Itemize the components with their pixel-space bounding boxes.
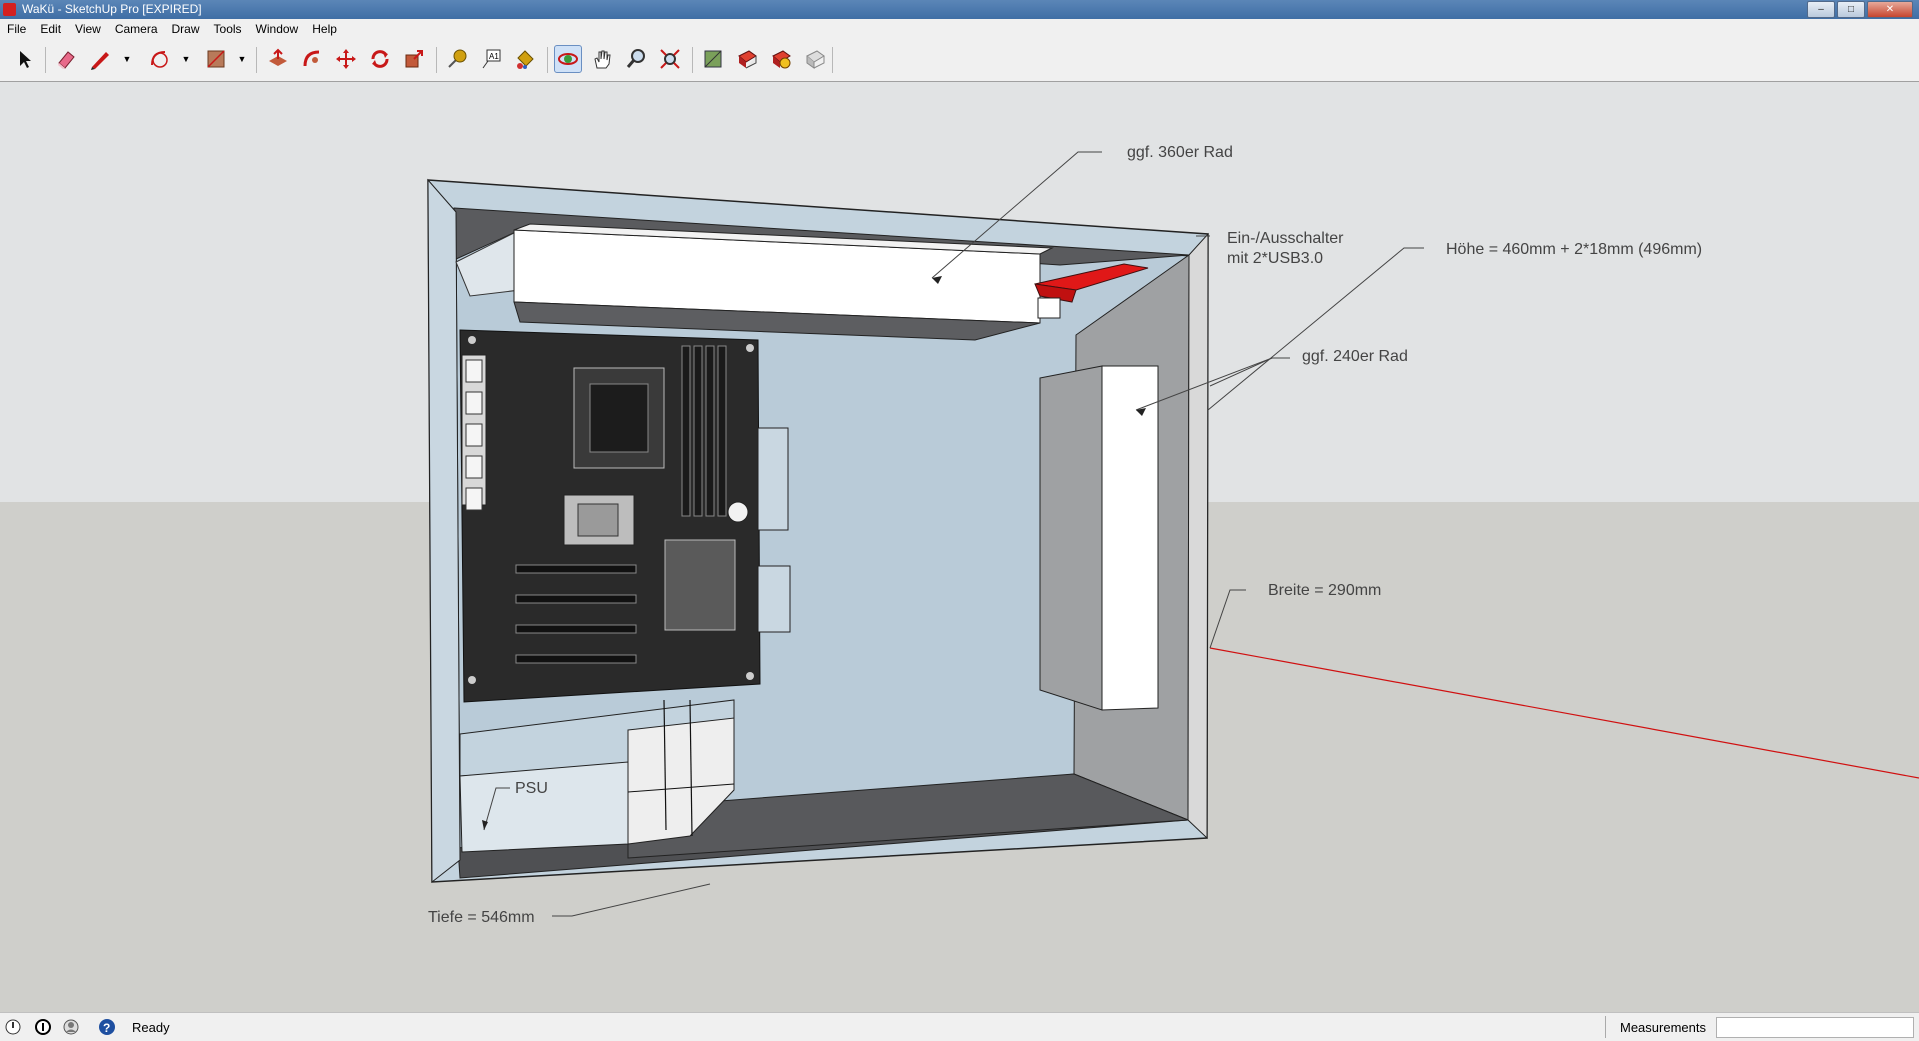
orbit-icon[interactable] xyxy=(554,45,582,73)
line-dropdown-chevron-icon[interactable]: ▼ xyxy=(122,45,132,73)
label-tiefe: Tiefe = 546mm xyxy=(428,909,535,926)
geo-location-icon[interactable] xyxy=(4,1018,22,1036)
southbridge-heatsink xyxy=(664,539,736,631)
psu-box xyxy=(459,761,629,853)
modeling-viewport[interactable]: ggf. 360er Rad Ein-/Ausschalter mit 2*US… xyxy=(0,82,1919,1012)
svg-text:A1: A1 xyxy=(489,52,499,61)
rotate-icon[interactable] xyxy=(366,45,394,73)
label-rad360: ggf. 360er Rad xyxy=(1127,144,1233,161)
menu-view[interactable]: View xyxy=(68,22,108,36)
pencil-line-icon[interactable] xyxy=(86,45,114,73)
credits-icon[interactable] xyxy=(34,1018,52,1036)
menu-camera[interactable]: Camera xyxy=(108,22,165,36)
menu-draw[interactable]: Draw xyxy=(165,22,207,36)
case-rear-edge xyxy=(427,178,461,884)
motherboard xyxy=(459,329,761,703)
radiator-240-side xyxy=(1039,365,1103,711)
eraser-icon[interactable] xyxy=(52,45,80,73)
measurements-label: Measurements xyxy=(1620,1020,1706,1035)
shape-dropdown-chevron-icon[interactable]: ▼ xyxy=(237,45,247,73)
cmos-battery xyxy=(727,501,749,523)
case-front-edge xyxy=(1187,232,1209,840)
status-bar: ? Ready Measurements xyxy=(0,1012,1919,1041)
tape-measure-icon[interactable] xyxy=(443,45,471,73)
rectangle-tool-icon[interactable] xyxy=(202,45,230,73)
menu-bar: File Edit View Camera Draw Tools Window … xyxy=(0,19,1919,39)
menu-window[interactable]: Window xyxy=(249,22,306,36)
select-tool-icon[interactable] xyxy=(11,45,39,73)
follow-me-icon[interactable] xyxy=(298,45,326,73)
title-bar: WaKü - SketchUp Pro [EXPIRED] – □ ✕ xyxy=(0,0,1919,19)
radiator-240-face xyxy=(1101,365,1159,711)
label-rad240: ggf. 240er Rad xyxy=(1302,348,1408,365)
drive-cage-upper xyxy=(757,427,789,531)
3d-warehouse-icon[interactable] xyxy=(699,45,727,73)
drive-cage-lower xyxy=(757,565,791,633)
pan-hand-icon[interactable] xyxy=(588,45,616,73)
text-label-icon[interactable]: A1 xyxy=(477,45,505,73)
scale-icon[interactable] xyxy=(400,45,428,73)
maximize-button[interactable]: □ xyxy=(1837,1,1865,18)
close-button[interactable]: ✕ xyxy=(1867,1,1913,18)
menu-tools[interactable]: Tools xyxy=(207,22,249,36)
push-pull-icon[interactable] xyxy=(264,45,292,73)
paint-bucket-icon[interactable] xyxy=(511,45,539,73)
label-hoehe: Höhe = 460mm + 2*18mm (496mm) xyxy=(1446,241,1702,258)
zoom-extents-icon[interactable] xyxy=(656,45,684,73)
pc-case-model[interactable] xyxy=(427,178,1209,884)
user-account-icon[interactable] xyxy=(62,1018,80,1036)
extension-warehouse-icon[interactable] xyxy=(801,45,829,73)
move-icon[interactable] xyxy=(332,45,360,73)
zoom-icon[interactable] xyxy=(622,45,650,73)
label-breite: Breite = 290mm xyxy=(1268,582,1381,599)
arc-dropdown-chevron-icon[interactable]: ▼ xyxy=(181,45,191,73)
status-message: Ready xyxy=(132,1020,170,1035)
minimize-button[interactable]: – xyxy=(1807,1,1835,18)
scene-canvas[interactable]: ggf. 360er Rad Ein-/Ausschalter mit 2*US… xyxy=(0,82,1919,1012)
help-question-icon[interactable]: ? xyxy=(98,1018,116,1036)
get-models-icon[interactable] xyxy=(767,45,795,73)
main-toolbar: ▼ ▼ ▼ A1 xyxy=(0,39,1919,82)
share-model-icon[interactable] xyxy=(733,45,761,73)
svg-text:?: ? xyxy=(103,1021,110,1035)
menu-edit[interactable]: Edit xyxy=(33,22,68,36)
label-switch-line1: Ein-/Ausschalter xyxy=(1227,230,1344,247)
arc-tool-icon[interactable] xyxy=(145,45,173,73)
window-title: WaKü - SketchUp Pro [EXPIRED] xyxy=(22,2,202,16)
menu-file[interactable]: File xyxy=(0,22,33,36)
label-switch-line2: mit 2*USB3.0 xyxy=(1227,250,1323,267)
sketchup-app-icon xyxy=(3,3,16,16)
label-psu: PSU xyxy=(515,780,548,797)
measurements-input[interactable] xyxy=(1716,1017,1914,1038)
radiator-fitting xyxy=(1037,297,1061,319)
menu-help[interactable]: Help xyxy=(305,22,344,36)
